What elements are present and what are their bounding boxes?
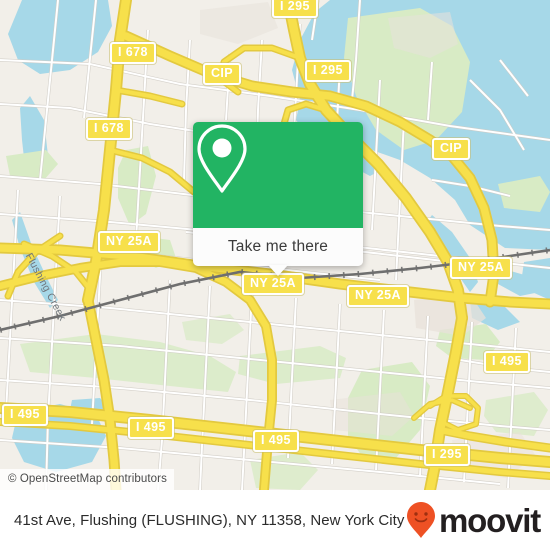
road-shield[interactable]: I 295 bbox=[305, 60, 351, 82]
popup-tail bbox=[268, 265, 288, 276]
popup-action-button[interactable]: Take me there bbox=[193, 228, 363, 266]
road-shield[interactable]: NY 25A bbox=[450, 257, 512, 279]
road-shield[interactable]: I 495 bbox=[253, 430, 299, 452]
map-canvas[interactable]: Flushing Creek I 295 I 678 CIP I 295 I 6… bbox=[0, 0, 550, 490]
road-shield[interactable]: NY 25A bbox=[242, 273, 304, 295]
location-popup[interactable]: Take me there bbox=[193, 122, 363, 276]
road-shield[interactable]: CIP bbox=[203, 63, 242, 85]
road-shield[interactable]: NY 25A bbox=[347, 285, 409, 307]
moovit-pin-icon bbox=[407, 502, 436, 538]
road-shield[interactable]: I 495 bbox=[128, 417, 174, 439]
road-shield[interactable]: I 495 bbox=[484, 351, 530, 373]
map-pin-icon bbox=[197, 124, 247, 193]
road-shield[interactable]: NY 25A bbox=[98, 231, 160, 253]
map-screenshot: Flushing Creek I 295 I 678 CIP I 295 I 6… bbox=[0, 0, 550, 550]
road-shield[interactable]: I 678 bbox=[110, 42, 156, 64]
road-shield[interactable]: I 295 bbox=[272, 0, 318, 18]
footer-bar: 41st Ave, Flushing (FLUSHING), NY 11358,… bbox=[0, 490, 550, 550]
popup-header bbox=[193, 122, 363, 228]
map-attribution[interactable]: © OpenStreetMap contributors bbox=[0, 469, 174, 490]
road-shield[interactable]: I 495 bbox=[2, 404, 48, 426]
moovit-wordmark: moovit bbox=[439, 501, 541, 539]
address-text: 41st Ave, Flushing (FLUSHING), NY 11358,… bbox=[14, 511, 405, 529]
road-shield[interactable]: CIP bbox=[432, 138, 471, 160]
popup-action-label: Take me there bbox=[227, 238, 329, 255]
road-shield[interactable]: I 295 bbox=[424, 444, 470, 466]
road-shield[interactable]: I 678 bbox=[86, 118, 132, 140]
moovit-logo[interactable]: moovit bbox=[406, 501, 541, 539]
